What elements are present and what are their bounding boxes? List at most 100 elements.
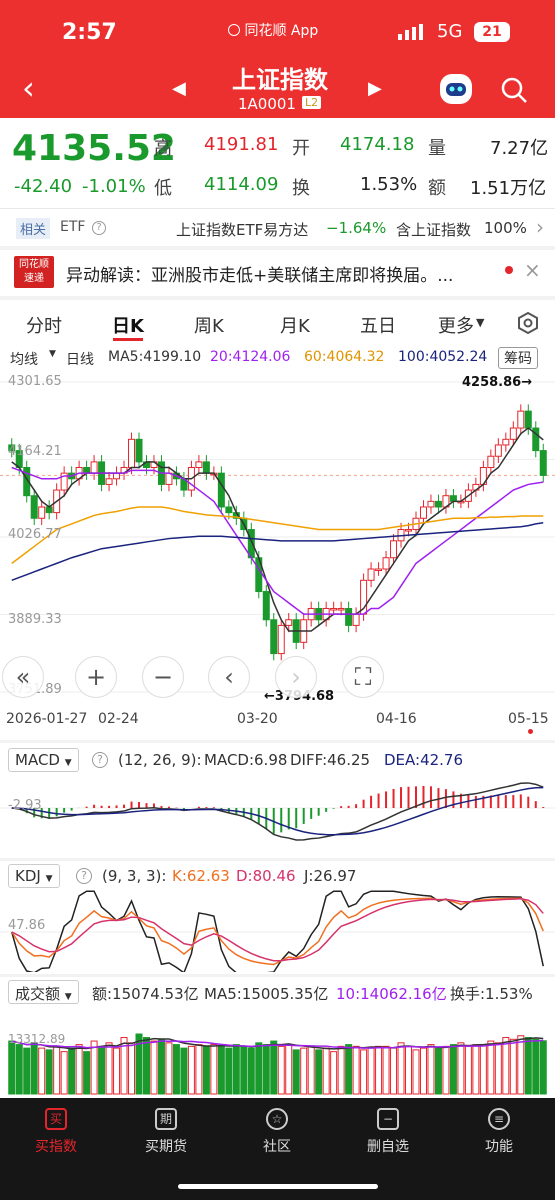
x-tick: 2026-01-27 xyxy=(6,711,88,727)
candle xyxy=(225,506,233,514)
candle xyxy=(449,495,457,502)
collapse-left-icon[interactable]: « xyxy=(2,656,44,698)
volume-bar xyxy=(98,1045,106,1095)
high-annotation: 4258.86→ xyxy=(462,375,533,390)
home-indicator xyxy=(178,1184,378,1189)
nav-buy-index[interactable]: 买买指数 xyxy=(16,1108,96,1156)
news-ticker[interactable]: 同花顺 速递 异动解读：亚洲股市走低+美联储主席即将换届。... × xyxy=(0,252,555,292)
quote-panel: 4135.52 -42.40 -1.01% 高 4191.81 开 4174.1… xyxy=(0,118,555,210)
volume-bar xyxy=(487,1040,495,1095)
minus-icon: − xyxy=(377,1108,399,1130)
volume-svg xyxy=(8,1033,547,1095)
y-tick: 4164.21 xyxy=(8,444,62,459)
buy-icon: 买 xyxy=(45,1108,67,1130)
volume-bar xyxy=(449,1044,457,1095)
settings-icon[interactable] xyxy=(516,311,540,335)
volume-bar xyxy=(8,1040,16,1095)
help-icon[interactable]: ? xyxy=(76,868,92,884)
nav-label: 买指数 xyxy=(35,1139,77,1155)
volume-selector[interactable]: 成交额 ▼ xyxy=(8,980,79,1004)
volume-bar xyxy=(30,1042,38,1095)
candle xyxy=(405,529,413,532)
zoom-in-icon[interactable]: + xyxy=(75,656,117,698)
volume-bar xyxy=(232,1044,240,1095)
nav-label: 买期货 xyxy=(145,1139,187,1155)
chip-button[interactable]: 筹码 xyxy=(498,347,538,369)
candle xyxy=(128,438,136,469)
volume-bar xyxy=(434,1047,442,1095)
open-value: 4174.18 xyxy=(340,134,415,155)
volume-bar xyxy=(419,1047,427,1095)
nav-buy-futures[interactable]: 期买期货 xyxy=(126,1108,206,1156)
kline-chart[interactable]: 4301.65 4164.21 4026.77 3889.33 3751.89 … xyxy=(0,372,555,707)
macd-svg xyxy=(0,782,555,841)
kline-svg xyxy=(0,381,555,693)
tab-intraday[interactable]: 分时 xyxy=(26,312,62,338)
kdj-selector[interactable]: KDJ ▼ xyxy=(8,864,60,888)
candle xyxy=(195,461,203,469)
kdj-panel[interactable]: KDJ ▼ ? (9, 3, 3): K:62.63 D:80.46 J:26.… xyxy=(0,862,555,972)
divider xyxy=(0,246,555,250)
volume-bar xyxy=(172,1044,180,1095)
tab-more[interactable]: 更多 xyxy=(438,312,474,338)
help-icon[interactable]: ? xyxy=(92,221,106,235)
volume-bar xyxy=(255,1042,263,1095)
dropdown-icon[interactable]: ▼ xyxy=(49,349,56,359)
tab-daily-k[interactable]: 日K xyxy=(112,312,144,338)
next-stock-icon[interactable]: ▶ xyxy=(368,78,382,99)
candle xyxy=(285,619,293,626)
macd-panel[interactable]: MACD ▼ ? (12, 26, 9): MACD:6.98 DIFF:46.… xyxy=(0,746,555,854)
macd-value: MACD:6.98 xyxy=(204,751,288,769)
volume-bar xyxy=(285,1044,293,1095)
kdj-svg xyxy=(0,890,555,972)
scroll-right-icon[interactable]: › xyxy=(275,656,317,698)
high-value: 4191.81 xyxy=(204,134,279,155)
turnover-rate: 换手:1.53% xyxy=(450,985,533,1003)
volume-ma5: MA5:15005.35亿 xyxy=(204,985,329,1003)
candle xyxy=(330,607,338,611)
divider xyxy=(0,208,555,209)
volume-panel[interactable]: 成交额 ▼ 额:15074.53亿 MA5:15005.35亿 10:14062… xyxy=(0,978,555,1096)
volume-bar xyxy=(225,1047,233,1095)
fullscreen-icon[interactable]: ⛶ xyxy=(342,656,384,698)
volume-bar xyxy=(300,1047,308,1095)
candle xyxy=(90,461,98,474)
candle xyxy=(345,607,353,626)
scroll-left-icon[interactable]: ‹ xyxy=(208,656,250,698)
robot-assistant-icon[interactable] xyxy=(440,74,472,104)
tab-monthly-k[interactable]: 月K xyxy=(280,312,310,338)
price-change-pct: -1.01% xyxy=(82,176,146,197)
low-value: 4114.09 xyxy=(204,174,279,195)
nav-community[interactable]: ☆ 社区 xyxy=(237,1108,317,1156)
search-icon[interactable] xyxy=(500,76,528,104)
low-label: 低 xyxy=(154,178,172,199)
nav-functions[interactable]: ≡ 功能 xyxy=(459,1108,539,1156)
menu-icon: ≡ xyxy=(488,1108,510,1130)
latest-dot-icon xyxy=(528,729,533,734)
contain-pct: 100% xyxy=(484,219,527,237)
battery-level: 21 xyxy=(482,24,502,40)
volume-bar xyxy=(352,1045,360,1095)
x-tick: 02-24 xyxy=(98,711,139,727)
turnover-label: 换 xyxy=(292,178,310,199)
candle xyxy=(270,619,278,655)
related-etf-bar[interactable]: 相关 ETF ? 上证指数ETF易方达 −1.64% 含上证指数 100% › xyxy=(0,212,555,244)
macd-selector[interactable]: MACD ▼ xyxy=(8,748,79,772)
zoom-out-icon[interactable]: − xyxy=(142,656,184,698)
volume-bar xyxy=(427,1044,435,1095)
tab-weekly-k[interactable]: 周K xyxy=(194,312,224,338)
close-icon[interactable]: × xyxy=(524,258,541,282)
candle xyxy=(352,613,360,626)
nav-remove-watchlist[interactable]: − 删自选 xyxy=(348,1108,428,1156)
indicator-mode[interactable]: 均线 xyxy=(10,349,38,369)
volume-bar xyxy=(472,1044,480,1095)
y-tick: 4301.65 xyxy=(8,374,62,389)
candle xyxy=(487,455,495,469)
volume-bar xyxy=(539,1040,547,1095)
amount-value: 1.51万亿 xyxy=(470,178,547,199)
volume-bar xyxy=(412,1049,420,1095)
back-icon[interactable]: ‹ xyxy=(22,72,35,104)
help-icon[interactable]: ? xyxy=(92,752,108,768)
tab-five-day[interactable]: 五日 xyxy=(360,312,396,338)
prev-stock-icon[interactable]: ◀ xyxy=(172,78,186,99)
